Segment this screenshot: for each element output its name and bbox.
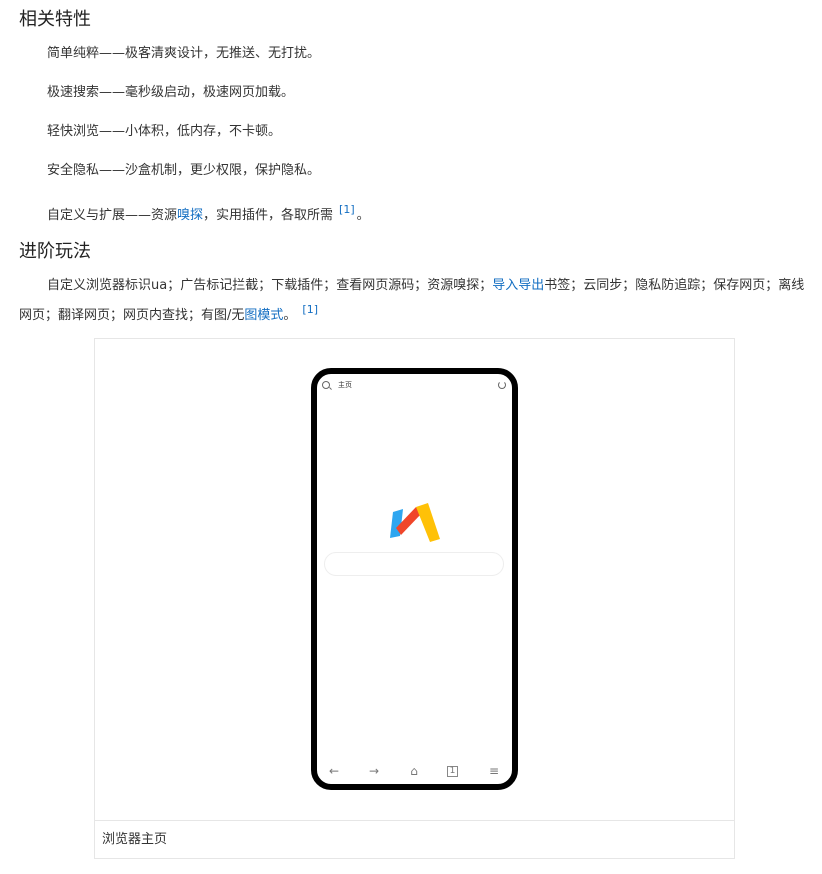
figure-caption: 浏览器主页 — [95, 820, 734, 859]
feature-item-4: 安全隐私——沙盒机制，更少权限，保护隐私。 — [47, 163, 321, 178]
feature-item-2: 极速搜索——毫秒级启动，极速网页加载。 — [47, 85, 295, 100]
search-icon — [322, 381, 330, 389]
feature-item-5-prefix: 自定义与扩展——资源 — [47, 208, 178, 223]
section-title-advanced: 进阶玩法 — [19, 241, 91, 262]
phone-title: 主页 — [338, 381, 352, 389]
advanced-paragraph: 自定义浏览器标识ua；广告标记拦截；下载插件；查看网页源码；资源嗅探；导入导出书… — [19, 274, 809, 328]
advanced-text-3: 。 — [283, 308, 297, 323]
sniff-link[interactable]: 嗅探 — [177, 208, 203, 223]
advanced-text-1: 自定义浏览器标识ua；广告标记拦截；下载插件；查看网页源码；资源嗅探； — [47, 278, 493, 293]
phone-mockup: 主页 ← → ⌂ 1 ≡ — [311, 368, 518, 790]
feature-item-5: 自定义与扩展——资源嗅探，实用插件，各取所需 [1]。 — [19, 198, 809, 228]
reference-link-2[interactable]: [1] — [302, 303, 318, 316]
phone-top-bar: 主页 — [322, 379, 506, 391]
feature-item-3: 轻快浏览——小体积，低内存，不卡顿。 — [47, 124, 282, 139]
figure-image[interactable]: 主页 ← → ⌂ 1 ≡ — [95, 339, 734, 820]
section-title-features: 相关特性 — [19, 9, 91, 30]
feature-item-5-end: 。 — [356, 208, 370, 223]
figure-browser-home: 主页 ← → ⌂ 1 ≡ 浏览器主页 — [94, 338, 735, 859]
menu-icon: ≡ — [488, 764, 500, 778]
search-input[interactable] — [324, 552, 504, 576]
back-icon: ← — [328, 764, 340, 778]
import-export-link[interactable]: 导入导出 — [492, 278, 544, 293]
tabs-icon: 1 — [447, 766, 458, 777]
home-icon: ⌂ — [410, 764, 418, 778]
refresh-icon — [498, 381, 506, 389]
feature-item-1: 简单纯粹——极客清爽设计，无推送、无打扰。 — [47, 46, 321, 61]
feature-item-5-suffix: ，实用插件，各取所需 — [203, 208, 334, 223]
phone-bottom-nav: ← → ⌂ 1 ≡ — [317, 764, 512, 778]
logo-yellow-shape — [416, 503, 440, 542]
reference-link[interactable]: [1] — [339, 203, 355, 216]
forward-icon: → — [368, 764, 380, 778]
browser-logo-icon — [390, 503, 440, 542]
image-mode-link[interactable]: 图模式 — [244, 308, 283, 323]
